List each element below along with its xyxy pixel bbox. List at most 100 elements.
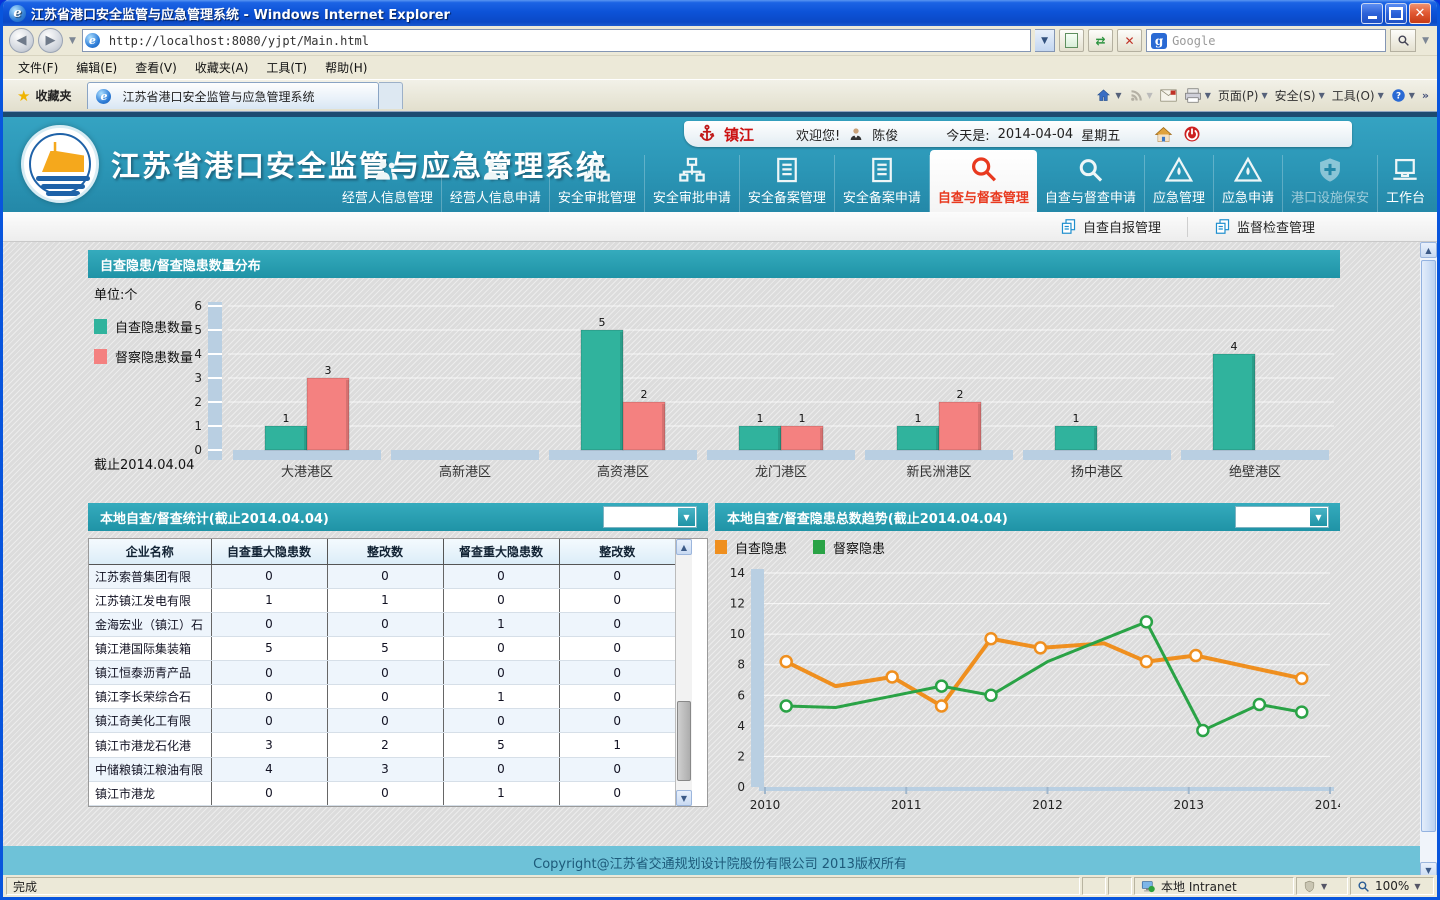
svg-text:4: 4 bbox=[1231, 340, 1238, 353]
nav-item-安全备案管理[interactable]: 安全备案管理 bbox=[740, 155, 835, 212]
favorites-button[interactable]: ★ 收藏夹 bbox=[7, 83, 81, 109]
nav-item-工作台[interactable]: 工作台 bbox=[1378, 155, 1433, 212]
nav-item-label: 港口设施保安 bbox=[1291, 187, 1369, 206]
refresh-button[interactable]: ⇄ bbox=[1088, 29, 1113, 52]
table-header-cell: 整改数 bbox=[327, 539, 443, 564]
nav-item-安全备案申请[interactable]: 安全备案申请 bbox=[835, 155, 930, 212]
svg-text:4: 4 bbox=[737, 719, 745, 733]
nav-item-经营人信息申请[interactable]: 经营人信息申请 bbox=[442, 155, 550, 212]
table-cell: 0 bbox=[211, 709, 327, 733]
protected-mode-cell[interactable]: ▼ bbox=[1296, 877, 1348, 895]
subnav-item-监督检查管理[interactable]: 监督检查管理 bbox=[1187, 217, 1341, 237]
forward-button[interactable]: ▶ bbox=[38, 28, 63, 53]
nav-item-label: 经营人信息管理 bbox=[342, 187, 433, 206]
scroll-up-button[interactable]: ▲ bbox=[676, 539, 692, 555]
table-cell: 3 bbox=[211, 733, 327, 757]
home-button[interactable]: ▼ bbox=[1095, 88, 1121, 103]
nav-item-安全审批管理[interactable]: 安全审批管理 bbox=[550, 155, 645, 212]
table-row: 江苏索普集团有限0000 bbox=[89, 564, 675, 588]
search-box[interactable]: g Google bbox=[1146, 29, 1386, 52]
zoom-control[interactable]: 100% ▼ bbox=[1350, 877, 1434, 895]
table-cell: 0 bbox=[327, 781, 443, 805]
legend-item: 督察隐患 bbox=[813, 538, 885, 557]
svg-text:1: 1 bbox=[915, 412, 922, 425]
page-scroll-thumb[interactable] bbox=[1421, 260, 1436, 832]
bar-chart-panel: 自查隐患/督查隐患数量分布 单位:个 自查隐患数量督察隐患数量 截止2014.0… bbox=[88, 250, 1340, 488]
legend-swatch bbox=[715, 540, 727, 554]
table-cell: 0 bbox=[443, 588, 559, 612]
table-scrollbar[interactable]: ▲ ▼ bbox=[675, 539, 692, 806]
nav-item-label: 安全备案申请 bbox=[843, 187, 921, 206]
svg-text:1: 1 bbox=[1073, 412, 1080, 425]
address-field[interactable]: e http://localhost:8080/yjpt/Main.html bbox=[82, 29, 1031, 52]
stop-button[interactable]: ✕ bbox=[1117, 29, 1142, 52]
nav-item-自查与督查申请[interactable]: 自查与督查申请 bbox=[1037, 155, 1145, 212]
tools-menu[interactable]: 工具(O)▼ bbox=[1332, 87, 1384, 104]
menu-item[interactable]: 编辑(E) bbox=[67, 56, 126, 79]
svg-text:0: 0 bbox=[737, 780, 745, 794]
menu-item[interactable]: 收藏夹(A) bbox=[186, 56, 258, 79]
nav-item-应急管理[interactable]: 应急管理 bbox=[1145, 155, 1214, 212]
svg-text:2: 2 bbox=[957, 388, 964, 401]
search-button[interactable] bbox=[1390, 29, 1416, 52]
table-cell: 0 bbox=[443, 636, 559, 660]
back-button[interactable]: ◀ bbox=[9, 28, 34, 53]
page-scrollbar[interactable]: ▲ ▼ bbox=[1420, 242, 1437, 878]
nav-item-经营人信息管理[interactable]: 经营人信息管理 bbox=[334, 155, 442, 212]
nav-item-label: 经营人信息申请 bbox=[450, 187, 541, 206]
page-menu[interactable]: 页面(P)▼ bbox=[1218, 87, 1268, 104]
menu-item[interactable]: 文件(F) bbox=[9, 56, 67, 79]
feeds-button[interactable]: ▼ bbox=[1129, 88, 1153, 103]
legend-label: 督察隐患 bbox=[833, 538, 885, 557]
print-button[interactable]: ▼ bbox=[1184, 88, 1211, 103]
subnav-item-自查自报管理[interactable]: 自查自报管理 bbox=[1034, 217, 1187, 237]
address-dropdown-button[interactable]: ▼ bbox=[1035, 29, 1055, 52]
search-icon bbox=[1076, 156, 1104, 184]
close-button[interactable]: ✕ bbox=[1409, 3, 1431, 24]
menu-item[interactable]: 帮助(H) bbox=[316, 56, 376, 79]
svg-text:14: 14 bbox=[730, 566, 745, 580]
address-bar: ◀ ▶ ▼ e http://localhost:8080/yjpt/Main.… bbox=[3, 26, 1437, 56]
new-tab-stub[interactable] bbox=[379, 82, 403, 109]
table-cell: 镇江恒泰沥青产品 bbox=[89, 661, 211, 685]
menu-item[interactable]: 工具(T) bbox=[257, 56, 316, 79]
svg-text:6: 6 bbox=[737, 688, 745, 702]
welcome-label: 欢迎您! bbox=[796, 125, 840, 144]
overflow-chevron-icon[interactable]: » bbox=[1422, 89, 1429, 102]
table-row: 江苏镇江发电有限1100 bbox=[89, 588, 675, 612]
safety-menu[interactable]: 安全(S)▼ bbox=[1275, 87, 1325, 104]
browser-tab[interactable]: e 江苏省港口安全监管与应急管理系统 bbox=[87, 82, 379, 109]
nav-item-label: 安全审批申请 bbox=[653, 187, 731, 206]
nav-item-自查与督查管理[interactable]: 自查与督查管理 bbox=[930, 150, 1037, 212]
table-filter-combobox[interactable]: ▼ bbox=[604, 507, 696, 527]
svg-text:4: 4 bbox=[194, 347, 202, 361]
bar-chart: 0123456大港港区13高新港区高资港区52龙门港区11新民洲港区12扬中港区… bbox=[88, 278, 1340, 488]
command-bar: ▼ ▼ ▼ 页面(P)▼ 安全(S)▼ 工具(O)▼ ? ▼ » bbox=[1095, 87, 1433, 104]
trend-filter-combobox[interactable]: ▼ bbox=[1236, 507, 1328, 527]
nav-item-应急申请[interactable]: 应急申请 bbox=[1214, 155, 1283, 212]
table-cell: 镇江市港龙 bbox=[89, 781, 211, 805]
search-options-chevron-icon[interactable]: ▼ bbox=[1420, 36, 1431, 46]
nav-item-label: 安全备案管理 bbox=[748, 187, 826, 206]
table-cell: 0 bbox=[211, 612, 327, 636]
table-cell: 1 bbox=[559, 733, 675, 757]
help-menu[interactable]: ? ▼ bbox=[1391, 88, 1415, 103]
nav-item-港口设施保安[interactable]: 港口设施保安 bbox=[1283, 155, 1378, 212]
read-mail-button[interactable] bbox=[1160, 89, 1177, 102]
svg-text:2013: 2013 bbox=[1173, 798, 1204, 812]
page-scroll-up-button[interactable]: ▲ bbox=[1420, 242, 1437, 258]
svg-text:10: 10 bbox=[730, 627, 745, 641]
scroll-down-button[interactable]: ▼ bbox=[676, 790, 692, 806]
minimize-button[interactable] bbox=[1361, 3, 1383, 24]
window-title: 江苏省港口安全监管与应急管理系统 - Windows Internet Expl… bbox=[31, 4, 450, 23]
home-shortcut-icon[interactable] bbox=[1154, 126, 1173, 143]
scroll-thumb[interactable] bbox=[677, 701, 691, 781]
compatibility-view-button[interactable] bbox=[1059, 29, 1084, 52]
maximize-button[interactable] bbox=[1385, 3, 1407, 24]
history-chevron-icon[interactable]: ▼ bbox=[67, 36, 78, 46]
table-row: 中储粮镇江粮油有限4300 bbox=[89, 757, 675, 781]
logout-icon[interactable] bbox=[1183, 125, 1201, 143]
table-cell: 金海宏业（镇江）石 bbox=[89, 612, 211, 636]
menu-item[interactable]: 查看(V) bbox=[126, 56, 186, 79]
nav-item-安全审批申请[interactable]: 安全审批申请 bbox=[645, 155, 740, 212]
